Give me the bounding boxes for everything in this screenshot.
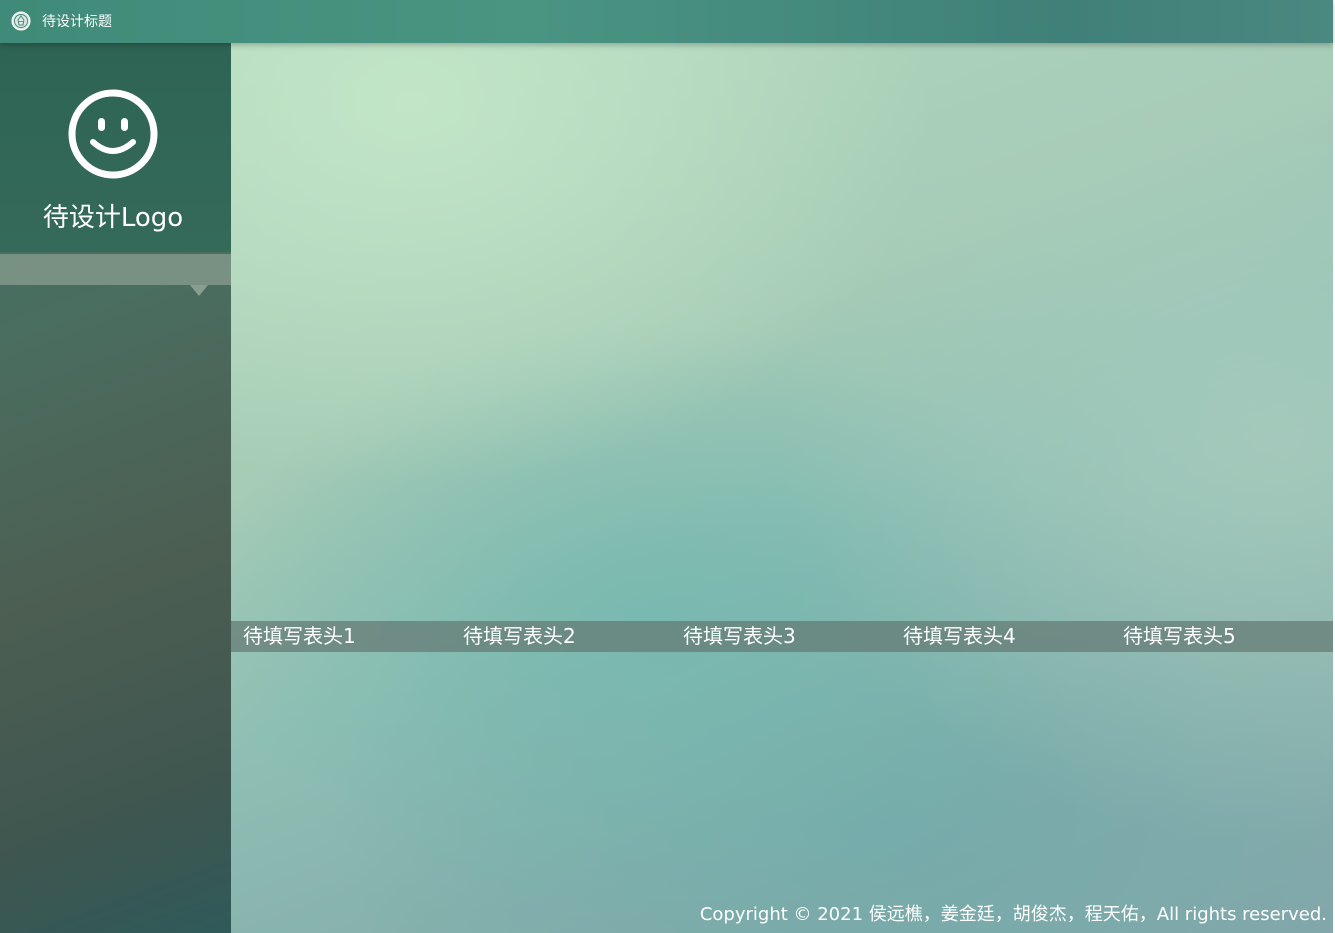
app-window: 待设计标题 待设计Logo 待填写表头1 待填写表头2 待填写表头3 待填写表头… [0,0,1335,933]
table-header-4[interactable]: 待填写表头4 [903,621,1016,652]
table-header-row: 待填写表头1 待填写表头2 待填写表头3 待填写表头4 待填写表头5 [231,621,1333,652]
table-header-2[interactable]: 待填写表头2 [463,621,576,652]
main-content: 待填写表头1 待填写表头2 待填写表头3 待填写表头4 待填写表头5 Copyr… [231,43,1333,933]
table-header-5[interactable]: 待填写表头5 [1123,621,1236,652]
logo-box: 待设计Logo [0,43,231,252]
logo-text: 待设计Logo [42,203,184,233]
window-title: 待设计标题 [42,14,112,30]
title-bar[interactable]: 待设计标题 [0,0,1333,43]
table-header-1[interactable]: 待填写表头1 [243,621,356,652]
menu-item[interactable] [0,254,231,285]
table-header-3[interactable]: 待填写表头3 [683,621,796,652]
copyright-text: Copyright © 2021 侯远樵，姜金廷，胡俊杰，程天佑，All rig… [699,904,1327,925]
smiley-face-icon [67,88,159,180]
sidebar: 待设计Logo [0,43,231,933]
caret-down-icon [190,285,208,296]
emblem-icon [11,11,31,31]
